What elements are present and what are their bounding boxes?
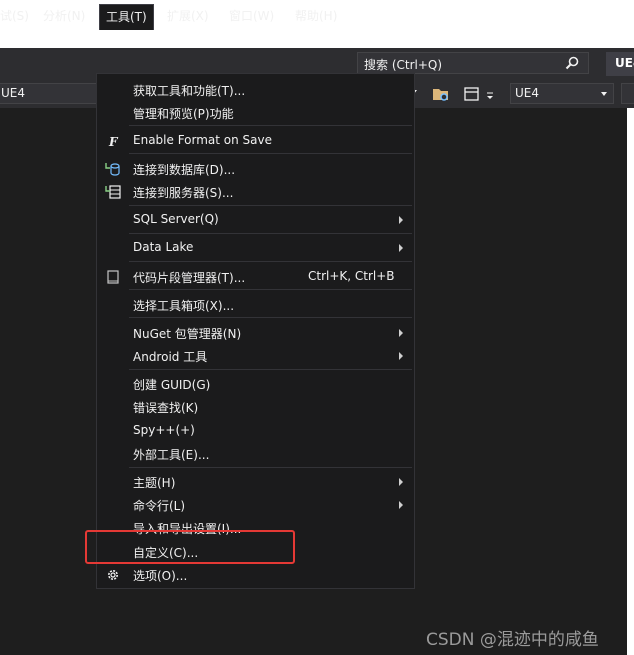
- window-layout-icon[interactable]: [463, 86, 481, 102]
- menu-item-options[interactable]: 选项(O)...: [97, 563, 414, 586]
- snippet-icon: [107, 270, 119, 284]
- menu-item-nuget[interactable]: NuGet 包管理器(N): [97, 321, 414, 344]
- menu-item-connect-server[interactable]: 连接到服务器(S)...: [97, 180, 414, 203]
- server-connect-icon: [105, 185, 121, 199]
- menu-item-get-tools[interactable]: 获取工具和功能(T)...: [97, 78, 414, 101]
- solution-badge[interactable]: UE4: [606, 52, 634, 76]
- menu-item-label: 连接到数据库(D)...: [133, 163, 236, 177]
- menu-item-label: Spy++(+): [133, 423, 195, 437]
- tools-dropdown-menu: 获取工具和功能(T)... 管理和预览(P)功能 F Enable Format…: [96, 73, 415, 589]
- menu-item-label: 管理和预览(P)功能: [133, 107, 234, 121]
- toolbar-overflow-icon[interactable]: [485, 86, 495, 102]
- menu-separator: [129, 153, 412, 154]
- menu-window[interactable]: 窗口(W): [229, 7, 274, 24]
- menu-item-label: 代码片段管理器(T)...: [133, 271, 246, 285]
- menu-item-label: 错误查找(K): [133, 401, 199, 415]
- page-right-margin: [627, 108, 634, 655]
- menu-item-snippet-manager[interactable]: 代码片段管理器(T)... Ctrl+K, Ctrl+B: [97, 265, 414, 288]
- menu-separator: [129, 125, 412, 126]
- menu-item-label: 获取工具和功能(T)...: [133, 84, 246, 98]
- search-box[interactable]: 搜索 (Ctrl+Q): [357, 52, 589, 74]
- menu-item-external-tools[interactable]: 外部工具(E)...: [97, 442, 414, 465]
- menu-item-label: 创建 GUID(G): [133, 378, 211, 392]
- menu-item-connect-database[interactable]: 连接到数据库(D)...: [97, 157, 414, 180]
- menu-item-label: 选项(O)...: [133, 569, 188, 583]
- menu-item-create-guid[interactable]: 创建 GUID(G): [97, 372, 414, 395]
- menu-extensions[interactable]: 扩展(X): [167, 7, 209, 24]
- menu-item-label: 连接到服务器(S)...: [133, 186, 234, 200]
- menu-item-label: Data Lake: [133, 240, 194, 254]
- highlight-box: [85, 530, 295, 564]
- menu-help[interactable]: 帮助(H): [295, 7, 337, 24]
- menu-separator: [129, 205, 412, 206]
- menu-item-error-lookup[interactable]: 错误查找(K): [97, 395, 414, 418]
- menu-item-android-tools[interactable]: Android 工具: [97, 344, 414, 367]
- menu-tools[interactable]: 工具(T): [99, 4, 154, 30]
- menu-item-label: 命令行(L): [133, 499, 186, 513]
- submenu-arrow-icon: [399, 329, 403, 337]
- configuration-value: UE4: [1, 86, 25, 100]
- watermark: CSDN @混迹中的咸鱼: [426, 630, 599, 650]
- menu-separator: [129, 369, 412, 370]
- submenu-arrow-icon: [399, 216, 403, 224]
- menu-item-enable-format[interactable]: F Enable Format on Save: [97, 129, 414, 152]
- search-icon: [565, 56, 579, 70]
- menu-item-label: 主题(H): [133, 476, 176, 490]
- open-folder-icon[interactable]: [432, 86, 450, 102]
- platform-value: UE4: [515, 86, 539, 100]
- menu-separator: [129, 261, 412, 262]
- toolbar-combo-cut[interactable]: [621, 83, 634, 104]
- menu-analyze[interactable]: 分析(N): [43, 7, 85, 24]
- chevron-down-icon: [601, 92, 607, 96]
- menu-separator: [129, 317, 412, 318]
- menu-debug[interactable]: 试(S): [0, 7, 29, 24]
- menu-item-shortcut: Ctrl+K, Ctrl+B: [308, 269, 395, 283]
- menu-item-theme[interactable]: 主题(H): [97, 470, 414, 493]
- menu-item-spy[interactable]: Spy++(+): [97, 419, 414, 442]
- submenu-arrow-icon: [399, 501, 403, 509]
- menu-separator: [129, 467, 412, 468]
- gear-icon: [108, 570, 118, 580]
- svg-text:F: F: [108, 135, 119, 149]
- menu-item-label: Android 工具: [133, 350, 208, 364]
- menu-item-label: Enable Format on Save: [133, 133, 273, 147]
- menu-item-command-line[interactable]: 命令行(L): [97, 493, 414, 516]
- platform-combo[interactable]: UE4: [510, 83, 614, 104]
- submenu-arrow-icon: [399, 352, 403, 360]
- submenu-arrow-icon: [399, 244, 403, 252]
- menu-separator: [129, 289, 412, 290]
- format-f-icon: F: [108, 135, 119, 149]
- menu-item-choose-toolbox[interactable]: 选择工具箱项(X)...: [97, 293, 414, 316]
- menu-item-manage-preview[interactable]: 管理和预览(P)功能: [97, 101, 414, 124]
- menu-item-sql-server[interactable]: SQL Server(Q): [97, 208, 414, 231]
- submenu-arrow-icon: [399, 478, 403, 486]
- search-placeholder: 搜索 (Ctrl+Q): [364, 58, 443, 72]
- menu-item-label: 选择工具箱项(X)...: [133, 299, 235, 313]
- database-connect-icon: [105, 163, 120, 176]
- menu-item-label: SQL Server(Q): [133, 212, 219, 226]
- menu-item-label: 外部工具(E)...: [133, 448, 210, 462]
- menu-item-label: NuGet 包管理器(N): [133, 327, 242, 341]
- configuration-combo[interactable]: UE4: [0, 83, 98, 104]
- menu-separator: [129, 233, 412, 234]
- menu-item-data-lake[interactable]: Data Lake: [97, 236, 414, 259]
